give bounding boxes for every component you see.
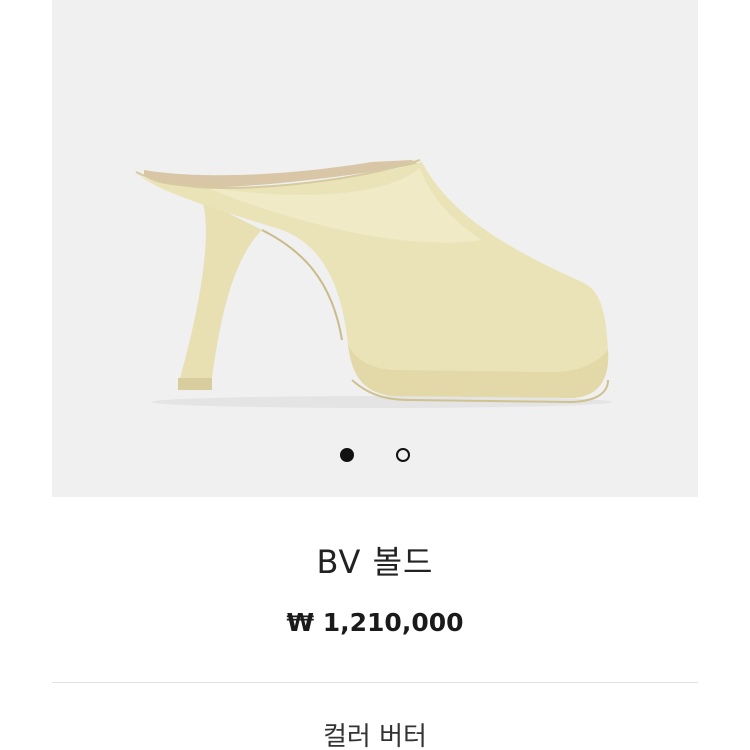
carousel-dot-1-active[interactable]	[340, 448, 354, 462]
section-divider	[52, 682, 698, 683]
product-price: ₩ 1,210,000	[286, 608, 464, 637]
product-option-color: 컬러 버터	[323, 722, 427, 750]
product-image-carousel[interactable]	[52, 0, 698, 497]
product-detail-page: BV 볼드 ₩ 1,210,000 컬러 버터	[0, 0, 750, 750]
shoe-mule-image	[135, 159, 612, 408]
product-title: BV 볼드	[316, 543, 434, 581]
carousel-dot-2[interactable]	[396, 448, 410, 462]
